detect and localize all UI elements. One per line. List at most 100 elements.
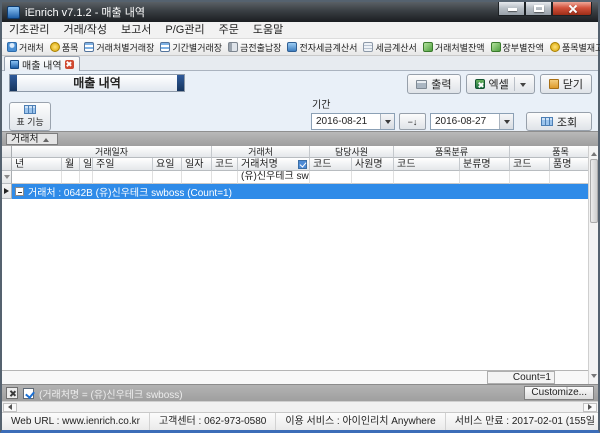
combo-arrow-button[interactable] — [499, 114, 513, 129]
toolbar-item[interactable]: 전자세금계산서 — [284, 41, 360, 54]
minimize-button[interactable] — [498, 2, 525, 16]
search-button[interactable]: 조회 — [526, 112, 592, 131]
maximize-button[interactable] — [525, 2, 552, 16]
filter-cell[interactable] — [80, 171, 93, 184]
filter-cell[interactable] — [153, 171, 182, 184]
column-header[interactable]: 일 — [80, 158, 93, 171]
column-header[interactable]: 거래처명 — [238, 158, 310, 171]
toolbar-item[interactable]: 거래처별잔액 — [420, 41, 488, 54]
data-grid: 거래일자거래처담당사원품목분류품목 년월일주일요일일자코드거래처명코드사원명코드… — [2, 146, 598, 384]
tab-close-icon[interactable] — [65, 60, 74, 69]
filter-cell[interactable] — [93, 171, 153, 184]
chevron-down-icon[interactable] — [520, 83, 526, 90]
filter-cell[interactable]: (유)신우테크 swboss — [238, 171, 310, 184]
coin-icon — [550, 42, 560, 52]
column-header[interactable]: 코드 — [212, 158, 238, 171]
cashbook-icon — [228, 42, 238, 52]
toolbar-item[interactable]: 품목별재고 — [547, 41, 600, 54]
filter-cell[interactable] — [310, 171, 352, 184]
status-panel: 서비스 만료 : 2017-02-01 (155일 남음) — [446, 413, 598, 430]
vertical-scrollbar[interactable] — [588, 146, 598, 384]
column-header[interactable]: 분류명 — [460, 158, 510, 171]
column-header[interactable]: 주일 — [93, 158, 153, 171]
page-header: 매출 내역 출력 엑셀 닫기 — [2, 71, 598, 131]
count-badge: Count=1 — [487, 371, 555, 384]
filter-panel: (거래처명 = (유)신우테크 swboss) Customize... — [2, 384, 598, 401]
period-from-combo[interactable]: 2016-08-21 — [311, 113, 395, 130]
filter-cell[interactable] — [550, 171, 588, 184]
column-header[interactable]: 요일 — [153, 158, 182, 171]
collapse-icon[interactable] — [15, 187, 24, 196]
toolbar-item-label: 세금계산서 — [375, 41, 416, 54]
filter-cell[interactable] — [12, 171, 62, 184]
filter-cell[interactable] — [394, 171, 460, 184]
excel-button[interactable]: 엑셀 — [466, 74, 535, 94]
column-group-header[interactable]: 품목 — [510, 146, 588, 158]
tab-label: 매출 내역 — [22, 57, 62, 72]
grid-group-data-row[interactable]: 거래처 : 0642B (유)신우테크 swboss (Count=1) — [2, 184, 588, 199]
group-chip-customer[interactable]: 거래처 — [6, 133, 58, 145]
toolbar-item-label: 금전출납장 — [240, 41, 281, 54]
scroll-left-button[interactable] — [3, 403, 17, 412]
toolbar-item[interactable]: 장부별잔액 — [488, 41, 547, 54]
filter-cell[interactable] — [212, 171, 238, 184]
selected-group-row[interactable]: 거래처 : 0642B (유)신우테크 swboss (Count=1) — [12, 184, 588, 199]
column-group-header[interactable]: 담당사원 — [310, 146, 394, 158]
group-row-text: 거래처 : 0642B (유)신우테크 swboss (Count=1) — [28, 184, 232, 199]
column-group-header[interactable]: 거래처 — [212, 146, 310, 158]
menu-item[interactable]: 주문 — [212, 22, 246, 39]
column-header-label: 요일 — [156, 158, 181, 171]
combo-arrow-button[interactable] — [380, 114, 394, 129]
header-checkbox-icon[interactable] — [298, 160, 307, 169]
app-icon — [7, 6, 20, 19]
column-header[interactable]: 일자 — [182, 158, 212, 171]
title-bar[interactable]: iEnrich v7.1.2 - 매출 내역 — [2, 2, 598, 22]
period-to-combo[interactable]: 2016-08-27 — [430, 113, 514, 130]
close-button[interactable] — [552, 2, 592, 16]
column-header[interactable]: 코드 — [510, 158, 550, 171]
menu-item[interactable]: 기초관리 — [2, 22, 56, 39]
toolbar-item-label: 거래처별잔액 — [435, 41, 485, 54]
tab-sales-detail[interactable]: 매출 내역 — [4, 56, 80, 71]
menu-item[interactable]: 보고서 — [114, 22, 158, 39]
column-header[interactable]: 사원명 — [352, 158, 394, 171]
toolbar-item[interactable]: 기간별거래장 — [157, 41, 225, 54]
filter-checkbox[interactable] — [23, 388, 34, 399]
print-button[interactable]: 출력 — [407, 74, 460, 94]
menu-item[interactable]: P/G관리 — [158, 22, 211, 39]
filter-cell[interactable] — [182, 171, 212, 184]
app-window: iEnrich v7.1.2 - 매출 내역 기초관리거래/작성보고서P/G관리… — [0, 0, 600, 433]
menu-item[interactable]: 도움말 — [246, 22, 290, 39]
toolbar-item[interactable]: 품목 — [47, 41, 82, 54]
toolbar-item[interactable]: 금전출납장 — [225, 41, 284, 54]
minimize-icon — [508, 8, 517, 11]
column-header[interactable]: 코드 — [394, 158, 460, 171]
close-page-button[interactable]: 닫기 — [540, 74, 592, 94]
column-group-header[interactable]: 품목분류 — [394, 146, 510, 158]
filter-cell[interactable] — [352, 171, 394, 184]
column-header[interactable]: 년 — [12, 158, 62, 171]
filter-cell[interactable] — [460, 171, 510, 184]
column-header[interactable]: 월 — [62, 158, 80, 171]
scroll-down-icon[interactable] — [591, 374, 597, 381]
scroll-right-button[interactable] — [583, 403, 597, 412]
horizontal-scrollbar[interactable] — [2, 401, 598, 412]
menu-item[interactable]: 거래/작성 — [56, 22, 114, 39]
table-functions-button[interactable]: 표 기능 — [9, 102, 51, 131]
vertical-scroll-thumb[interactable] — [590, 159, 598, 223]
grid-empty-area[interactable] — [2, 199, 588, 370]
toolbar-item[interactable]: 거래처별거래장 — [81, 41, 157, 54]
sort-asc-icon — [43, 135, 49, 142]
customize-button[interactable]: Customize... — [524, 386, 594, 400]
toolbar-item[interactable]: 거래처 — [4, 41, 47, 54]
filter-cell[interactable] — [510, 171, 550, 184]
toolbar-item[interactable]: 세금계산서 — [360, 41, 419, 54]
column-header[interactable]: 코드 — [310, 158, 352, 171]
column-header[interactable]: 품명 — [550, 158, 588, 171]
tab-strip: 매출 내역 — [2, 56, 598, 71]
period-range-button[interactable]: −↓ — [399, 113, 426, 130]
scroll-up-icon[interactable] — [591, 149, 597, 156]
filter-cell[interactable] — [62, 171, 80, 184]
filter-close-button[interactable] — [6, 387, 18, 399]
column-group-header[interactable]: 거래일자 — [12, 146, 212, 158]
